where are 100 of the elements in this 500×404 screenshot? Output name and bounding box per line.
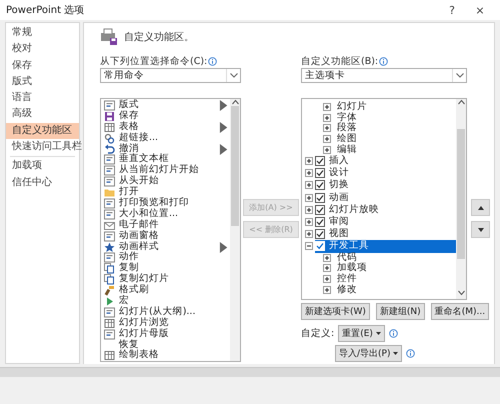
- command-item[interactable]: 幻灯片母版: [119, 328, 230, 340]
- source-dropdown[interactable]: 常用命令: [100, 68, 241, 83]
- command-item[interactable]: 复制: [119, 263, 230, 274]
- tab-item[interactable]: 视图: [327, 228, 351, 240]
- checkbox[interactable]: [315, 180, 325, 190]
- checkbox[interactable]: [315, 192, 325, 203]
- expand-icon[interactable]: [305, 157, 313, 166]
- command-item[interactable]: 版式: [119, 100, 215, 111]
- window-title: PowerPoint 选项: [6, 4, 86, 17]
- checkbox[interactable]: [315, 217, 325, 227]
- expand-icon[interactable]: [305, 206, 313, 214]
- group-item[interactable]: 段落: [335, 122, 359, 134]
- new-group-button[interactable]: 新建组(N): [376, 303, 425, 320]
- group-item[interactable]: 加载项: [335, 262, 369, 274]
- field-label: 从下列位置选择命令(C):: [100, 54, 208, 68]
- command-item[interactable]: 电子邮件: [119, 220, 230, 231]
- command-item[interactable]: 绘制表格: [119, 350, 230, 361]
- reset-button[interactable]: 重置(E): [338, 324, 385, 342]
- command-item[interactable]: 动画样式: [119, 242, 215, 252]
- expand-icon[interactable]: [323, 124, 331, 132]
- collapse-icon[interactable]: [305, 242, 313, 250]
- expand-icon[interactable]: [323, 286, 331, 294]
- table-icon: [104, 122, 115, 133]
- sidebar-item[interactable]: 版式: [6, 74, 79, 90]
- expand-icon[interactable]: [323, 254, 331, 262]
- scroll-up-icon: [232, 99, 238, 105]
- expand-icon[interactable]: [305, 218, 313, 226]
- checkbox[interactable]: [315, 168, 325, 178]
- group-item[interactable]: 幻灯片: [335, 101, 369, 114]
- triangle-up-icon: [478, 206, 484, 210]
- new-tab-button[interactable]: 新建选项卡(W): [301, 303, 370, 320]
- command-item[interactable]: 打开: [119, 187, 230, 198]
- sidebar-item[interactable]: 高级: [6, 106, 79, 123]
- move-up-button[interactable]: [471, 199, 490, 216]
- command-item[interactable]: 超链接...: [119, 132, 230, 144]
- checkbox[interactable]: [315, 156, 325, 166]
- sidebar-item[interactable]: 常规: [6, 25, 79, 42]
- expand-icon[interactable]: [305, 230, 313, 238]
- play-icon: [104, 296, 115, 307]
- tab-item[interactable]: 切换: [327, 179, 351, 192]
- command-item[interactable]: 复制幻灯片: [119, 274, 230, 286]
- document-icon: [104, 328, 115, 340]
- rename-button[interactable]: 重命名(M)...: [430, 303, 490, 320]
- tab-item[interactable]: 审阅: [327, 216, 351, 228]
- group-item[interactable]: 编辑: [335, 144, 359, 156]
- document-icon: [104, 198, 115, 209]
- document-icon: [104, 165, 115, 176]
- tab-item[interactable]: 开发工具: [327, 240, 371, 252]
- expand-icon[interactable]: [323, 103, 331, 112]
- command-item[interactable]: 宏: [119, 296, 230, 307]
- command-item[interactable]: 动作: [119, 252, 230, 264]
- command-item[interactable]: 从头开始: [119, 176, 230, 188]
- command-item[interactable]: 打印预览和打印: [119, 198, 230, 209]
- brush-icon: [104, 285, 115, 296]
- expand-icon[interactable]: [323, 264, 331, 272]
- help-button[interactable]: ?: [438, 4, 466, 16]
- expand-icon[interactable]: [323, 114, 331, 122]
- tab-item[interactable]: 幻灯片放映: [327, 204, 381, 216]
- move-down-button[interactable]: [471, 221, 490, 238]
- expand-icon[interactable]: [305, 181, 313, 190]
- checkbox[interactable]: [315, 204, 325, 215]
- scrollbar[interactable]: [456, 99, 466, 299]
- command-item[interactable]: 恢复: [119, 340, 230, 350]
- sidebar-item[interactable]: 语言: [6, 90, 79, 106]
- tab-item[interactable]: 插入: [327, 155, 351, 168]
- tab-item[interactable]: 设计: [327, 167, 351, 180]
- command-item[interactable]: 从当前幻灯片开始: [119, 165, 230, 176]
- sidebar-item[interactable]: 信任中心: [6, 174, 79, 191]
- ribbon-dropdown[interactable]: 主选项卡: [301, 68, 467, 83]
- command-item[interactable]: 撤消: [119, 144, 215, 154]
- expand-icon[interactable]: [323, 146, 331, 154]
- tab-item[interactable]: 动画: [327, 192, 351, 204]
- command-item[interactable]: 幻灯片(从大纲)...: [119, 306, 230, 318]
- scrollbar[interactable]: [230, 99, 240, 361]
- info-icon: [379, 56, 388, 66]
- group-item[interactable]: 控件: [335, 272, 359, 285]
- group-item[interactable]: 绘图: [335, 133, 359, 146]
- folder-icon: [104, 187, 115, 198]
- command-item[interactable]: 垂直文本框: [119, 154, 230, 166]
- checkbox[interactable]: [315, 229, 325, 240]
- expand-icon[interactable]: [323, 135, 331, 144]
- group-item[interactable]: 修改: [335, 284, 359, 296]
- command-item[interactable]: 保存: [119, 110, 230, 122]
- command-item[interactable]: 大小和位置...: [119, 208, 230, 220]
- expand-icon[interactable]: [305, 169, 313, 178]
- sidebar-item[interactable]: 加载项: [6, 158, 79, 175]
- import-export-button[interactable]: 导入/导出(P): [335, 345, 402, 362]
- sidebar-item[interactable]: 校对: [6, 41, 79, 58]
- expand-icon[interactable]: [305, 194, 313, 202]
- sidebar-item[interactable]: 保存: [6, 58, 79, 74]
- scroll-up-icon: [458, 99, 464, 105]
- triangle-down-icon: [478, 228, 484, 232]
- command-item[interactable]: 幻灯片浏览: [119, 318, 230, 329]
- sidebar-item[interactable]: 自定义功能区: [6, 122, 79, 140]
- command-item[interactable]: 动画窗格: [119, 230, 230, 242]
- close-button[interactable]: ×: [466, 4, 494, 16]
- expand-icon[interactable]: [323, 274, 331, 283]
- command-item[interactable]: 格式刷: [119, 285, 230, 296]
- command-item[interactable]: 表格: [119, 122, 215, 133]
- group-item[interactable]: 代码: [335, 252, 359, 264]
